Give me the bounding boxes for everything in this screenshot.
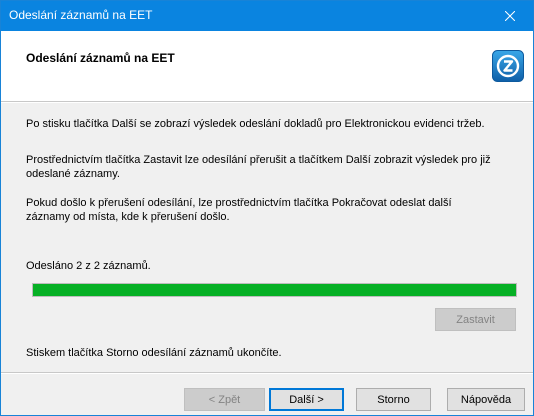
window-title: Odeslání záznamů na EET xyxy=(9,8,153,22)
wizard-header: Odeslání záznamů na EET xyxy=(1,31,533,101)
close-button[interactable] xyxy=(487,1,533,31)
intro-text: Po stisku tlačítka Další se zobrazí výsl… xyxy=(26,118,485,130)
header-title: Odeslání záznamů na EET xyxy=(26,51,175,65)
stop-button[interactable]: Zastavit xyxy=(435,308,516,331)
cancel-button[interactable]: Storno xyxy=(356,388,431,411)
stop-info-line2: odeslané záznamy. xyxy=(26,168,120,180)
header-divider-highlight xyxy=(1,102,533,103)
close-icon xyxy=(505,11,515,21)
resume-info-line2: záznamy od místa, kde k přerušení došlo. xyxy=(26,211,230,223)
status-text: Odesláno 2 z 2 záznamů. xyxy=(26,260,151,272)
cancel-hint-text: Stiskem tlačítka Storno odesílání záznam… xyxy=(26,347,282,359)
title-bar[interactable]: Odeslání záznamů na EET xyxy=(1,1,533,31)
stop-info-line1: Prostřednictvím tlačítka Zastavit lze od… xyxy=(26,154,491,166)
back-button[interactable]: < Zpět xyxy=(184,388,265,411)
resume-info-line1: Pokud došlo k přerušení odesílání, lze p… xyxy=(26,197,452,209)
footer-divider-highlight xyxy=(1,373,533,374)
progress-fill xyxy=(33,284,516,296)
wizard-window: Odeslání záznamů na EET Odeslání záznamů… xyxy=(0,0,534,416)
eet-logo-icon xyxy=(492,50,524,82)
help-button[interactable]: Nápověda xyxy=(447,388,525,411)
progress-bar xyxy=(32,283,517,297)
next-button[interactable]: Další > xyxy=(269,388,344,411)
